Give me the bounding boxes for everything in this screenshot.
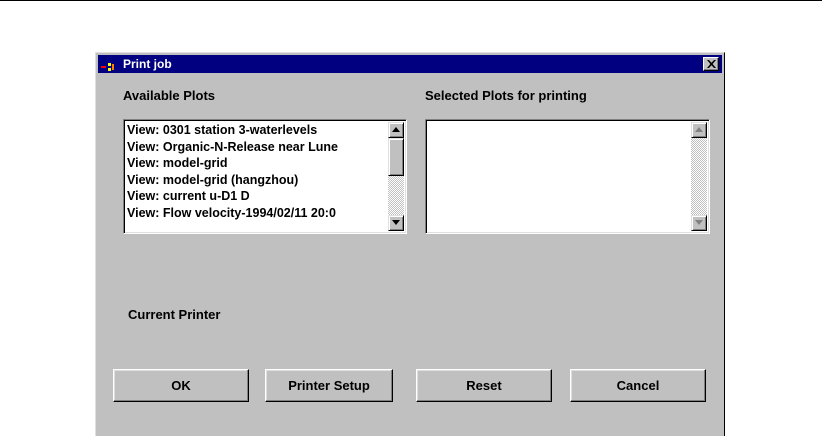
selected-plots-label: Selected Plots for printing [425, 88, 587, 103]
ok-button[interactable]: OK [113, 369, 249, 402]
selected-plots-list[interactable] [425, 119, 710, 234]
arrow-down-icon [695, 220, 703, 225]
window-title: Print job [123, 57, 172, 71]
list-item[interactable]: View: Flow velocity-1994/02/11 20:0 [127, 205, 387, 222]
available-plots-list[interactable]: View: 0301 station 3-waterlevels View: O… [123, 119, 407, 234]
arrow-up-icon [695, 127, 703, 132]
scroll-up-button[interactable] [691, 122, 707, 138]
title-bar[interactable]: Print job [98, 55, 722, 73]
scroll-up-button[interactable] [388, 122, 404, 138]
close-icon [707, 60, 716, 68]
scroll-down-button[interactable] [691, 215, 707, 231]
cancel-button[interactable]: Cancel [570, 369, 706, 402]
print-job-dialog: Print job Available Plots Selected Plots… [95, 52, 725, 436]
available-plots-label: Available Plots [123, 88, 215, 103]
top-rule [0, 0, 822, 1]
printer-setup-button[interactable]: Printer Setup [265, 369, 393, 402]
current-printer-label: Current Printer [128, 307, 221, 322]
scroll-thumb[interactable] [388, 138, 404, 176]
arrow-up-icon [392, 127, 400, 132]
app-icon [101, 59, 117, 71]
available-plots-items: View: 0301 station 3-waterlevels View: O… [127, 122, 387, 221]
list-item[interactable]: View: current u-D1 D [127, 188, 387, 205]
list-item[interactable]: View: model-grid (hangzhou) [127, 172, 387, 189]
arrow-down-icon [392, 220, 400, 225]
selected-scrollbar[interactable] [691, 122, 707, 231]
available-scrollbar[interactable] [388, 122, 404, 231]
list-item[interactable]: View: Organic-N-Release near Lune [127, 139, 387, 156]
scroll-down-button[interactable] [388, 215, 404, 231]
list-item[interactable]: View: model-grid [127, 155, 387, 172]
list-item[interactable]: View: 0301 station 3-waterlevels [127, 122, 387, 139]
close-button[interactable] [703, 57, 719, 71]
reset-button[interactable]: Reset [416, 369, 552, 402]
